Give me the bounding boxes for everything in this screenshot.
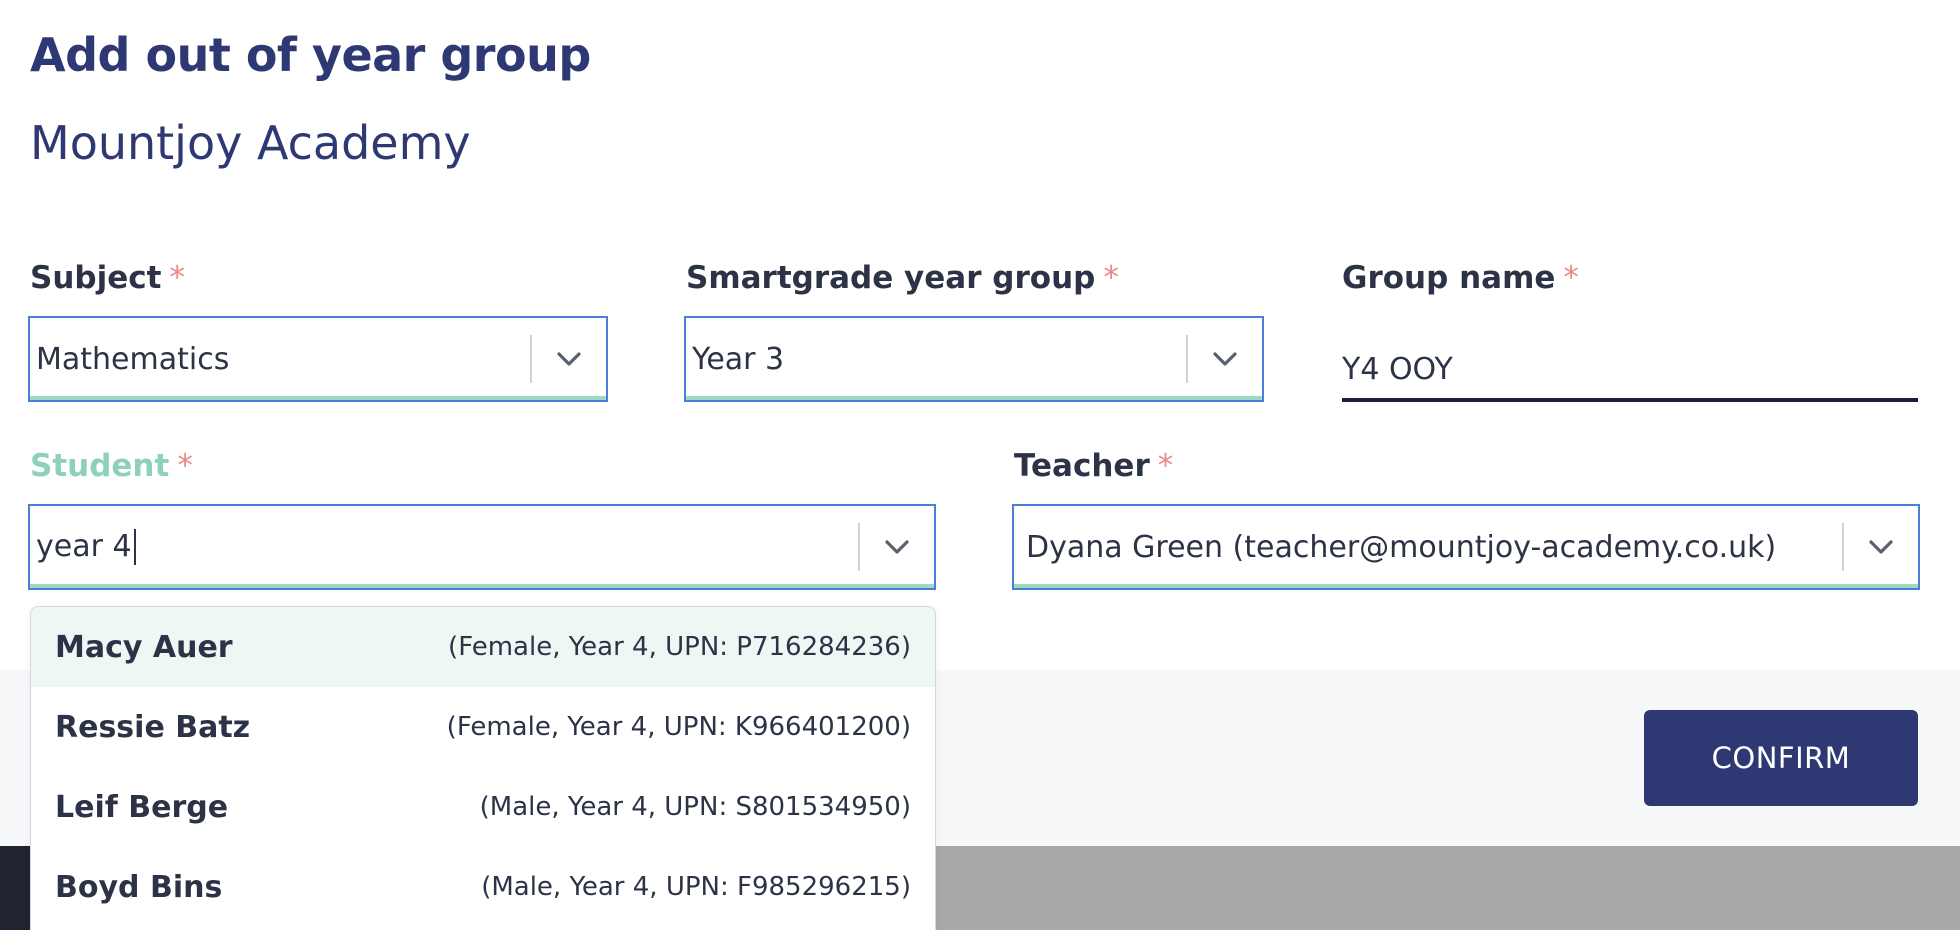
chevron-down-icon[interactable]	[532, 351, 606, 367]
year-group-label-text: Smartgrade year group	[686, 260, 1096, 296]
student-label: Student *	[30, 446, 193, 486]
subject-select-value: Mathematics	[36, 341, 230, 377]
chevron-down-icon[interactable]	[1844, 539, 1918, 555]
required-mark: *	[169, 260, 185, 296]
year-group-select-value: Year 3	[692, 341, 785, 377]
student-option[interactable]: Leif Berge (Male, Year 4, UPN: S80153495…	[31, 767, 935, 847]
subject-label-text: Subject	[30, 260, 162, 296]
required-mark: *	[177, 448, 193, 484]
chevron-down-icon[interactable]	[1188, 351, 1262, 367]
student-option-name: Macy Auer	[55, 629, 233, 665]
year-group-label: Smartgrade year group *	[686, 258, 1119, 298]
group-name-label: Group name *	[1342, 258, 1579, 298]
student-search-text: year 4	[36, 528, 132, 564]
group-name-label-text: Group name	[1342, 260, 1556, 296]
sidebar-edge	[0, 846, 30, 930]
required-mark: *	[1563, 260, 1579, 296]
student-option-details: (Male, Year 4, UPN: F985296215)	[481, 872, 911, 902]
student-option-details: (Male, Year 4, UPN: S801534950)	[479, 792, 911, 822]
student-option[interactable]: Boyd Bins (Male, Year 4, UPN: F985296215…	[31, 847, 935, 927]
required-mark: *	[1157, 448, 1174, 484]
required-mark: *	[1103, 260, 1119, 296]
teacher-label: Teacher *	[1014, 446, 1173, 486]
teacher-select-value: Dyana Green (teacher@mountjoy-academy.co…	[1026, 529, 1777, 565]
student-option-details: (Female, Year 4, UPN: K966401200)	[446, 712, 911, 742]
year-group-select[interactable]: Year 3	[684, 316, 1264, 402]
chevron-down-icon[interactable]	[860, 539, 934, 555]
teacher-label-text: Teacher	[1014, 448, 1150, 484]
group-name-input[interactable]	[1342, 340, 1918, 402]
student-option-name: Leif Berge	[55, 789, 229, 825]
student-option[interactable]: Ressie Batz (Female, Year 4, UPN: K96640…	[31, 687, 935, 767]
student-option[interactable]: Macy Auer (Female, Year 4, UPN: P7162842…	[31, 607, 935, 687]
student-option-details: (Female, Year 4, UPN: P716284236)	[448, 632, 911, 662]
student-option-name: Boyd Bins	[55, 869, 223, 905]
page: Add out of year group Mountjoy Academy S…	[0, 0, 1960, 930]
confirm-button[interactable]: CONFIRM	[1644, 710, 1918, 806]
subject-select[interactable]: Mathematics	[28, 316, 608, 402]
student-dropdown-menu: Macy Auer (Female, Year 4, UPN: P7162842…	[30, 606, 936, 930]
student-option-name: Ressie Batz	[55, 709, 251, 745]
subject-label: Subject *	[30, 258, 185, 298]
modal-title: Add out of year group	[30, 28, 591, 82]
student-select[interactable]: year 4	[28, 504, 936, 590]
student-search-input[interactable]: year 4	[30, 529, 858, 566]
teacher-select[interactable]: Dyana Green (teacher@mountjoy-academy.co…	[1012, 504, 1920, 590]
school-name: Mountjoy Academy	[30, 116, 471, 170]
text-caret	[133, 529, 136, 566]
student-label-text: Student	[30, 448, 170, 484]
